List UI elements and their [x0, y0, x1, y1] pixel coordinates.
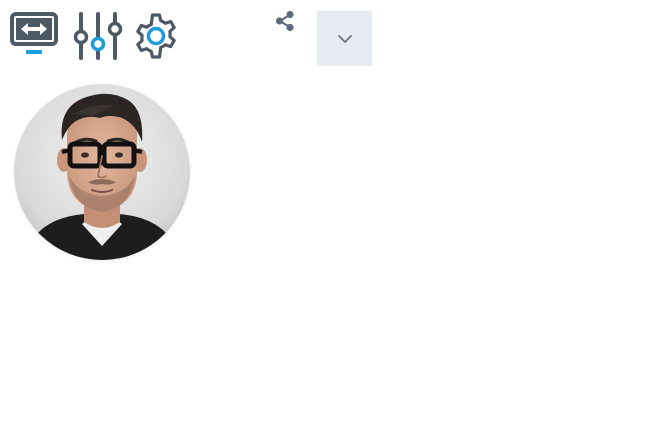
sliders-icon	[73, 12, 123, 60]
dropdown-toggle-button[interactable]	[317, 11, 372, 66]
avatar[interactable]	[14, 84, 190, 260]
share-button[interactable]	[274, 10, 296, 32]
gear-icon	[136, 13, 176, 59]
adjustments-button[interactable]	[73, 11, 123, 61]
display-swap-icon	[10, 12, 58, 54]
share-icon	[275, 10, 294, 32]
chevron-down-icon	[337, 34, 352, 43]
profile-page	[0, 0, 660, 440]
profile-photo	[14, 84, 190, 260]
display-swap-button[interactable]	[10, 12, 58, 56]
settings-button[interactable]	[132, 12, 180, 60]
